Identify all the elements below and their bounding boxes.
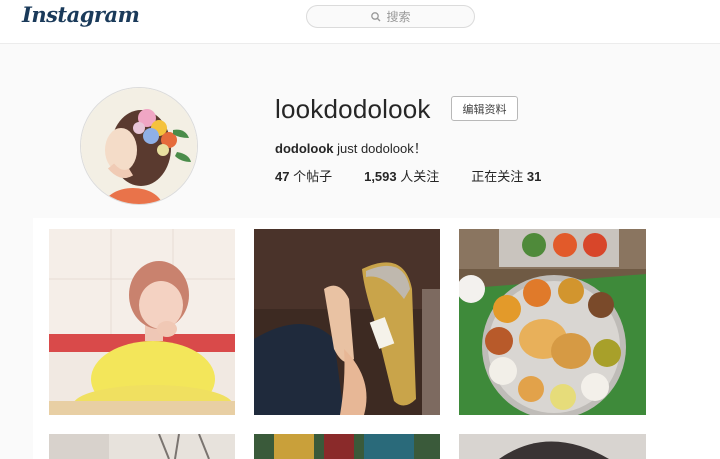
following-stat[interactable]: 正在关注 31 (471, 166, 541, 185)
profile-bio: dodolook just dodolook！ (275, 138, 427, 157)
post-tile[interactable] (49, 434, 235, 459)
profile-stats: 47 个帖子 1,593 人关注 正在关注 31 (275, 166, 573, 185)
post-tile[interactable] (49, 229, 235, 415)
followers-count: 1,593 (364, 169, 397, 184)
edit-profile-button[interactable]: 编辑资料 (451, 96, 518, 121)
instagram-logo[interactable]: Instagram (22, 2, 140, 27)
followers-label: 人关注 (396, 169, 440, 184)
posts-label: 个帖子 (289, 169, 333, 184)
following-label: 正在关注 (471, 169, 527, 184)
posts-stat: 47 个帖子 (275, 166, 332, 185)
bio-name: dodolook (275, 141, 334, 156)
post-tile[interactable] (254, 229, 440, 415)
post-tile[interactable] (459, 229, 646, 415)
posts-count: 47 (275, 169, 290, 184)
avatar[interactable] (80, 87, 198, 205)
post-tile[interactable] (459, 434, 646, 459)
search-placeholder: 搜索 (386, 10, 411, 24)
search-input[interactable]: 搜索 (306, 5, 475, 28)
following-count: 31 (526, 169, 542, 184)
post-tile[interactable] (254, 434, 440, 459)
bio-text: just dodolook！ (333, 141, 427, 156)
profile-header: lookdodolook 编辑资料 dodolook just dodolook… (0, 44, 720, 218)
top-bar: Instagram 搜索 (0, 0, 720, 44)
followers-stat[interactable]: 1,593 人关注 (364, 166, 439, 185)
profile-username: lookdodolook (275, 94, 431, 124)
search-icon (370, 11, 382, 23)
